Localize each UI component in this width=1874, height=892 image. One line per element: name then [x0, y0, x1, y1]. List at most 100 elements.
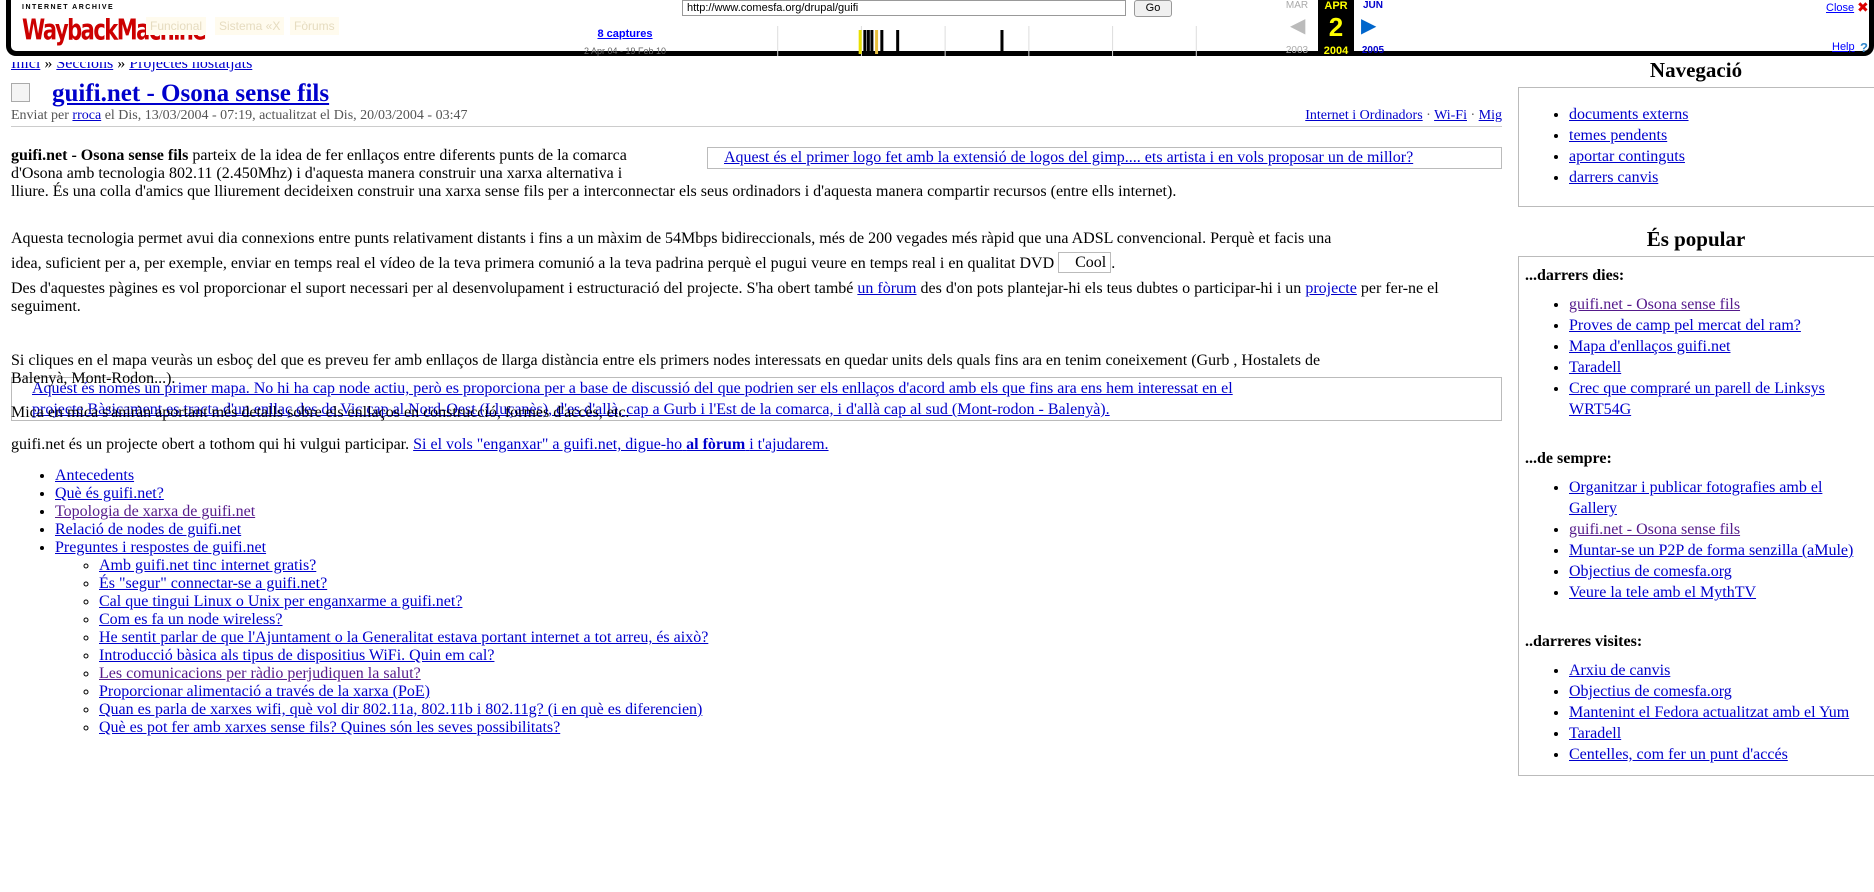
faq-link[interactable]: Introducció bàsica als tipus de disposit…	[99, 647, 494, 664]
technology-paragraph: Aquesta tecnologia permet avui dia conne…	[11, 230, 1502, 273]
broken-image-icon	[11, 83, 30, 102]
captures-range: 2 Apr 04 - 19 Feb 10	[583, 46, 667, 56]
next-capture-arrow-icon[interactable]: ▶	[1361, 16, 1376, 36]
faq-item: Què es pot fer amb xarxes sense fils? Qu…	[99, 719, 708, 737]
popular-block: ...darrers dies: guifi.net - Osona sense…	[1518, 256, 1874, 776]
alltime-item: guifi.net - Osona sense fils	[1569, 519, 1868, 540]
alltime-link[interactable]: guifi.net - Osona sense fils	[1569, 521, 1740, 538]
book-nav-item: Què és guifi.net?	[55, 485, 708, 503]
faq-item: He sentit parlar de que l'Ajuntament o l…	[99, 629, 708, 647]
faq-link[interactable]: He sentit parlar de que l'Ajuntament o l…	[99, 629, 708, 646]
forum-link[interactable]: un fòrum	[857, 280, 916, 297]
prev-month-label[interactable]: MAR	[1280, 0, 1314, 11]
wayback-logo-top: INTERNET ARCHIVE	[22, 4, 115, 11]
faq-item: Introducció bàsica als tipus de disposit…	[99, 647, 708, 665]
faq-link[interactable]: Quan es parla de xarxes wifi, què vol di…	[99, 701, 702, 718]
capture-tick[interactable]	[866, 30, 870, 54]
lastviewed-item: Arxiu de canvis	[1569, 660, 1868, 681]
capture-tick[interactable]	[870, 30, 874, 54]
help-link[interactable]: Help	[1832, 41, 1855, 53]
faq-link[interactable]: Com es fa un node wireless?	[99, 611, 283, 628]
cool-smiley-icon: Cool	[1058, 252, 1112, 273]
alltime-link[interactable]: Veure la tele amb el MythTV	[1569, 584, 1756, 601]
book-nav-link[interactable]: Antecedents	[55, 467, 134, 484]
recent-link[interactable]: Taradell	[1569, 359, 1621, 376]
support-text-a: Des d'aquestes pàgines es vol proporcion…	[11, 280, 854, 297]
lastviewed-link[interactable]: Centelles, com fer un punt d'accés	[1569, 746, 1788, 763]
nav-link[interactable]: darrers canvis	[1569, 169, 1658, 186]
nav-link[interactable]: temes pendents	[1569, 127, 1667, 144]
term-wifi[interactable]: Wi-Fi	[1434, 108, 1467, 123]
author-link[interactable]: rroca	[72, 108, 101, 123]
faq-item: És "segur" connectar-se a guifi.net?	[99, 575, 708, 593]
book-nav-link[interactable]: Topologia de xarxa de guifi.net	[55, 503, 255, 520]
open-project-paragraph: guifi.net és un projecte obert a tothom …	[11, 436, 829, 454]
wayback-logo[interactable]: INTERNET ARCHIVE WaybackMachine	[22, 4, 207, 50]
faq-link[interactable]: És "segur" connectar-se a guifi.net?	[99, 575, 327, 592]
technology-line-b: idea, suficient per a, per exemple, envi…	[11, 252, 1116, 273]
book-nav-item: Preguntes i respostes de guifi.netAmb gu…	[55, 539, 708, 737]
nav-link[interactable]: documents externs	[1569, 106, 1689, 123]
close-link[interactable]: Close	[1826, 2, 1854, 14]
capture-tick[interactable]	[1000, 30, 1004, 54]
faq-link[interactable]: Cal que tingui Linux o Unix per enganxar…	[99, 593, 462, 610]
lastviewed-link[interactable]: Mantenint el Fedora actualitzat amb el Y…	[1569, 704, 1849, 721]
capture-tick[interactable]	[875, 30, 879, 54]
project-link[interactable]: projecte	[1305, 280, 1357, 297]
join-forum-link[interactable]: Si el vols "enganxar" a guifi.net, digue…	[413, 436, 828, 453]
go-button[interactable]: Go	[1134, 0, 1172, 17]
capture-tick[interactable]	[896, 30, 900, 54]
nav-item: aportar continguts	[1569, 146, 1868, 167]
book-nav-link[interactable]: Preguntes i respostes de guifi.net	[55, 539, 266, 556]
alltime-link[interactable]: Muntar-se un P2P de forma senzilla (aMul…	[1569, 542, 1853, 559]
recent-link[interactable]: Proves de camp pel mercat del ram?	[1569, 317, 1801, 334]
intro-text-b: d'Osona amb tecnologia 802.11 (2.450Mhz)…	[11, 165, 623, 182]
details-paragraph: Mica en mica s'aniràn aportant més detal…	[11, 404, 630, 421]
intro-paragraph: guifi.net - Osona sense fils parteix de …	[11, 147, 701, 165]
faq-item: Quan es parla de xarxes wifi, què vol di…	[99, 701, 708, 719]
alltime-link[interactable]: Organitzar i publicar fotografies amb el…	[1569, 479, 1822, 517]
recent-link[interactable]: Mapa d'enllaços guifi.net	[1569, 338, 1731, 355]
recent-link[interactable]: Crec que compraré un parell de Linksys W…	[1569, 380, 1825, 418]
technology-text-b: idea, suficient per a, per exemple, envi…	[11, 255, 1055, 272]
book-nav-link[interactable]: Què és guifi.net?	[55, 485, 164, 502]
faq-link[interactable]: Què es pot fer amb xarxes sense fils? Qu…	[99, 719, 560, 736]
page-title[interactable]: guifi.net - Osona sense fils	[52, 80, 329, 108]
alltime-link[interactable]: Objectius de comesfa.org	[1569, 563, 1732, 580]
book-nav-link[interactable]: Relació de nodes de guifi.net	[55, 521, 241, 538]
recent-item: guifi.net - Osona sense fils	[1569, 294, 1868, 315]
faq-link[interactable]: Les comunicacions per ràdio perjudiquen …	[99, 665, 421, 682]
wayback-url-input[interactable]: http://www.comesfa.org/drupal/guifi	[682, 0, 1126, 16]
faq-link[interactable]: Amb guifi.net tinc internet gratis?	[99, 557, 316, 574]
logo-image-link[interactable]: Aquest és el primer logo fet amb la exte…	[707, 147, 1502, 169]
help-icon[interactable]: ?	[1860, 40, 1868, 55]
term-internet[interactable]: Internet i Ordinadors	[1305, 108, 1422, 123]
capture-sparkline[interactable]	[694, 26, 1280, 56]
capture-tick[interactable]	[863, 30, 867, 54]
prev-capture-arrow-icon[interactable]: ◀	[1290, 16, 1305, 36]
popular-block-title: És popular	[1646, 227, 1746, 251]
next-month-label[interactable]: JUN	[1356, 0, 1390, 11]
sidebar: Navegació documents externs temes pendent…	[1518, 60, 1874, 776]
support-paragraph: Des d'aquestes pàgines es vol proporcion…	[11, 280, 1502, 316]
taxonomy-terms: Internet i Ordinadors · Wi-Fi · Mig	[1305, 108, 1502, 123]
lastviewed-link[interactable]: Taradell	[1569, 725, 1621, 742]
captures-count: 8 captures	[575, 28, 675, 40]
lastviewed-item: Taradell	[1569, 723, 1868, 744]
faded-tab-3: Fòrums	[290, 17, 339, 35]
capture-tick[interactable]	[880, 30, 884, 54]
recent-link[interactable]: guifi.net - Osona sense fils	[1569, 296, 1740, 313]
wayback-toolbar: INTERNET ARCHIVE WaybackMachine Funciona…	[0, 0, 1874, 62]
next-year-label[interactable]: 2005	[1356, 45, 1390, 56]
lastviewed-link[interactable]: Arxiu de canvis	[1569, 662, 1670, 679]
capture-tick[interactable]	[858, 30, 862, 54]
nav-item: temes pendents	[1569, 125, 1868, 146]
lastviewed-item: Mantenint el Fedora actualitzat amb el Y…	[1569, 702, 1868, 723]
close-icon[interactable]: ✖	[1857, 0, 1869, 16]
nav-link[interactable]: aportar continguts	[1569, 148, 1685, 165]
captures-link[interactable]: 8 captures	[597, 28, 652, 40]
term-mig[interactable]: Mig	[1479, 108, 1502, 123]
lastviewed-link[interactable]: Objectius de comesfa.org	[1569, 683, 1732, 700]
prev-year-label[interactable]: 2003	[1280, 45, 1314, 56]
faq-link[interactable]: Proporcionar alimentació a través de la …	[99, 683, 430, 700]
